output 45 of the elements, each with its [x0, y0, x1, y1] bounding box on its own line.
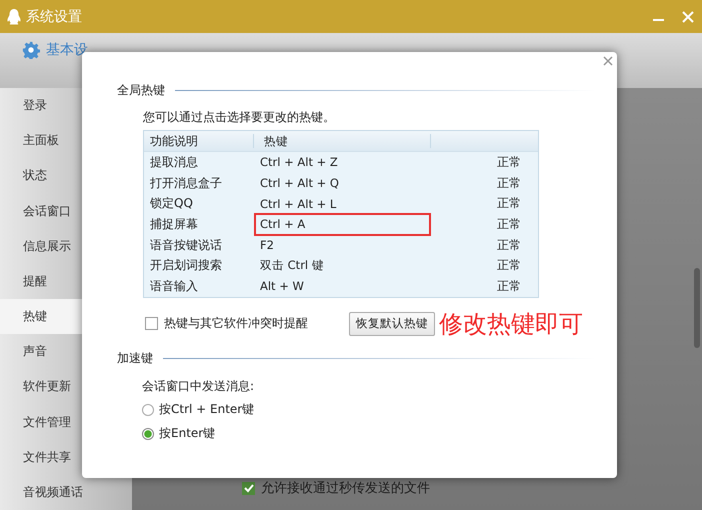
table-cell-text: F2: [259, 237, 275, 254]
table-cell-text: 正常: [496, 154, 522, 171]
minimize-button[interactable]: [653, 18, 664, 20]
checkbox-label: 允许接收通过秒传发送的文件: [261, 480, 430, 497]
column-header: 功能说明: [144, 134, 254, 148]
table-cell-text: 打开消息盒子: [149, 174, 223, 192]
window-title: 系统设置: [26, 8, 82, 26]
highlighted-cell: Ctrl + A: [254, 212, 431, 236]
table-cell-text: 开启划词搜索: [149, 257, 223, 274]
checkbox-label: 热键与其它软件冲突时提醒: [164, 315, 309, 332]
prompt-text: 会话窗口中发送消息:: [142, 378, 256, 395]
table-cell-text: 正常: [496, 257, 522, 274]
close-button[interactable]: [682, 10, 694, 22]
table-cell-text: 正常: [496, 195, 522, 212]
radio-label: 按Enter键: [159, 425, 216, 442]
annotation-text: 修改热键即可: [439, 308, 583, 340]
table-cell-text: 锁定QQ: [149, 195, 194, 212]
column-header: 热键: [254, 134, 431, 148]
table-cell-text: Ctrl + Alt + Q: [259, 175, 340, 192]
restore-button[interactable]: 恢复默认热键: [349, 312, 435, 336]
sidebar-item[interactable]: 音视频通话: [0, 474, 132, 510]
table-cell-text: Ctrl + Alt + Z: [259, 154, 339, 172]
table-cell-text: Alt + W: [259, 278, 305, 296]
hint-text: 您可以通过点击选择要更改的热键。: [143, 109, 336, 126]
gear-icon: [22, 41, 40, 59]
table-cell-text: 双击 Ctrl 键: [259, 257, 325, 274]
table-cell-text: 提取消息: [149, 154, 199, 171]
checkbox[interactable]: [242, 482, 255, 494]
scrollbar-thumb[interactable]: [694, 268, 700, 348]
section-heading: 全局热键: [117, 82, 165, 99]
checkbox[interactable]: [145, 317, 158, 330]
penguin-icon: [6, 8, 22, 26]
table-cell-text: Ctrl + Alt + L: [259, 196, 338, 213]
table-cell-text: 捕捉屏幕: [149, 216, 199, 233]
table-cell-text: 语音输入: [149, 278, 199, 295]
radio-button[interactable]: [142, 428, 154, 440]
close-icon[interactable]: [603, 56, 613, 66]
table-cell-text: 正常: [496, 236, 522, 254]
radio-label: 按Ctrl + Enter键: [159, 401, 254, 418]
table-cell-text: 正常: [496, 174, 522, 192]
table-cell-text: 正常: [496, 278, 522, 295]
section-heading: 加速键: [117, 350, 153, 367]
table-cell-text: 语音按键说话: [149, 236, 223, 254]
radio-button[interactable]: [142, 404, 154, 416]
table-cell-text: 正常: [496, 216, 522, 233]
